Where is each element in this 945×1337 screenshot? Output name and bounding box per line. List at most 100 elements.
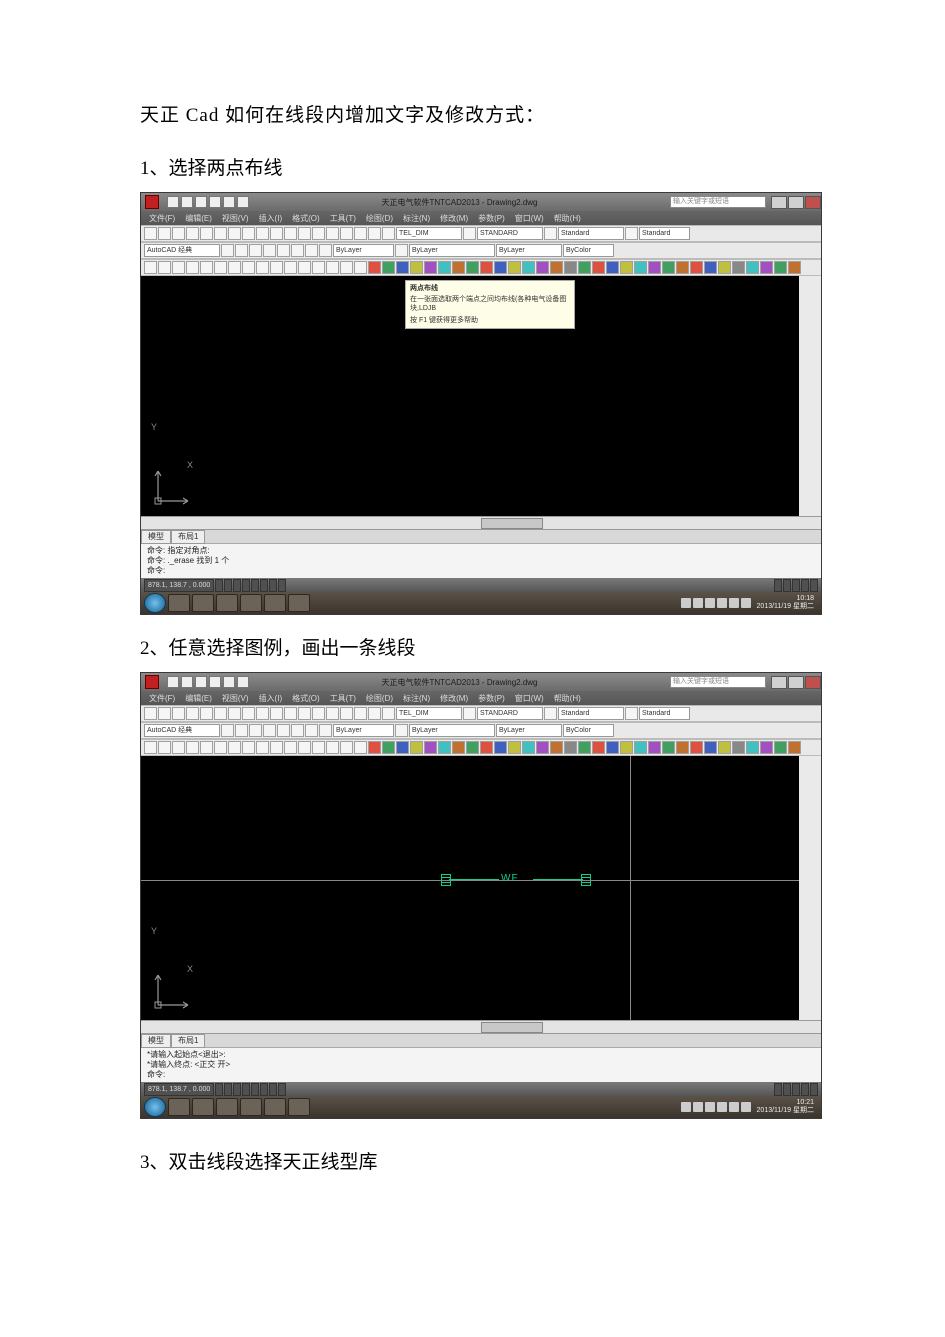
tool-button[interactable]	[801, 304, 813, 316]
qat-button[interactable]	[237, 676, 249, 688]
qat-button[interactable]	[181, 196, 193, 208]
menu-item[interactable]: 工具(T)	[330, 213, 356, 224]
tool-button[interactable]	[242, 707, 255, 720]
tool-button[interactable]	[480, 741, 493, 754]
tool-button[interactable]	[326, 261, 339, 274]
tool-button[interactable]	[801, 967, 813, 979]
tool-button[interactable]	[801, 395, 813, 407]
tool-button[interactable]	[298, 741, 311, 754]
tool-button[interactable]	[158, 227, 171, 240]
tool-button[interactable]	[284, 707, 297, 720]
tool-button[interactable]	[242, 741, 255, 754]
tool-button[interactable]	[410, 261, 423, 274]
tool-button[interactable]	[172, 741, 185, 754]
tool-button[interactable]	[277, 724, 290, 737]
menu-item[interactable]: 修改(M)	[440, 693, 468, 704]
color-selector[interactable]: ByColor	[563, 724, 614, 737]
menu-item[interactable]: 格式(O)	[292, 213, 320, 224]
tool-button[interactable]	[494, 741, 507, 754]
menu-item[interactable]: 窗口(W)	[515, 213, 544, 224]
standard-selector[interactable]: Standard	[639, 227, 690, 240]
tool-button[interactable]	[648, 741, 661, 754]
tool-button[interactable]	[564, 261, 577, 274]
tool-button[interactable]	[718, 741, 731, 754]
command-line[interactable]: 命令: 指定对角点: 命令: ._erase 找到 1 个 命令:	[141, 543, 821, 578]
tool-button[interactable]	[291, 724, 304, 737]
dimstyle-selector[interactable]: TEL_DIM	[396, 227, 462, 240]
menu-item[interactable]: 格式(O)	[292, 693, 320, 704]
menu-item[interactable]: 帮助(H)	[554, 213, 581, 224]
tool-button[interactable]	[319, 244, 332, 257]
tool-button[interactable]	[634, 741, 647, 754]
tray-icon[interactable]	[705, 598, 715, 608]
textstyle-selector[interactable]: STANDARD	[477, 707, 543, 720]
tool-button[interactable]	[291, 244, 304, 257]
model-tab[interactable]: 模型	[141, 1034, 171, 1048]
tool-button[interactable]	[466, 261, 479, 274]
tool-button[interactable]	[801, 836, 813, 848]
status-button[interactable]	[269, 579, 277, 592]
tool-button[interactable]	[522, 741, 535, 754]
tool-button[interactable]	[760, 261, 773, 274]
tool-button[interactable]	[676, 741, 689, 754]
taskbar-app-icon[interactable]	[216, 1098, 238, 1116]
tool-button[interactable]	[312, 741, 325, 754]
taskbar-clock[interactable]: 10:18 2013/11/19 星期二	[753, 595, 818, 611]
qat-button[interactable]	[195, 676, 207, 688]
tool-button[interactable]	[186, 707, 199, 720]
tool-button[interactable]	[395, 244, 408, 257]
tool-button[interactable]	[186, 227, 199, 240]
tool-button[interactable]	[718, 261, 731, 274]
taskbar-app-icon[interactable]	[192, 594, 214, 612]
status-button[interactable]	[783, 1083, 791, 1096]
status-button[interactable]	[783, 579, 791, 592]
tool-button[interactable]	[801, 875, 813, 887]
tool-button[interactable]	[801, 356, 813, 368]
h-scrollbar[interactable]	[141, 516, 821, 529]
menu-item[interactable]: 文件(F)	[149, 693, 175, 704]
status-button[interactable]	[242, 1083, 250, 1096]
scrollbar-thumb[interactable]	[481, 518, 543, 529]
menu-item[interactable]: 编辑(E)	[185, 693, 212, 704]
tool-button[interactable]	[228, 227, 241, 240]
qat-button[interactable]	[223, 676, 235, 688]
taskbar-app-icon[interactable]	[288, 594, 310, 612]
menu-item[interactable]: 修改(M)	[440, 213, 468, 224]
tool-button[interactable]	[312, 707, 325, 720]
qat-button[interactable]	[223, 196, 235, 208]
tool-button[interactable]	[438, 741, 451, 754]
menu-item[interactable]: 绘图(D)	[366, 213, 393, 224]
layout-tab[interactable]: 布局1	[171, 1034, 205, 1048]
status-button[interactable]	[215, 579, 223, 592]
tool-button[interactable]	[158, 261, 171, 274]
menu-item[interactable]: 标注(N)	[403, 213, 430, 224]
status-button[interactable]	[810, 579, 818, 592]
tool-button[interactable]	[354, 741, 367, 754]
tray-icon[interactable]	[729, 598, 739, 608]
workspace-selector[interactable]: AutoCAD 经典	[144, 724, 220, 737]
tool-button[interactable]	[463, 227, 476, 240]
menu-item[interactable]: 视图(V)	[222, 693, 249, 704]
tool-button[interactable]	[284, 261, 297, 274]
taskbar-app-icon[interactable]	[168, 1098, 190, 1116]
tray-icon[interactable]	[717, 1102, 727, 1112]
tool-button[interactable]	[395, 724, 408, 737]
tool-button[interactable]	[463, 707, 476, 720]
line-grip[interactable]	[441, 874, 451, 886]
taskbar-clock[interactable]: 10:21 2013/11/19 星期二	[753, 1099, 818, 1115]
tool-button[interactable]	[801, 810, 813, 822]
menu-item[interactable]: 视图(V)	[222, 213, 249, 224]
tool-button[interactable]	[382, 227, 395, 240]
tool-button[interactable]	[270, 707, 283, 720]
tool-button[interactable]	[648, 261, 661, 274]
status-button[interactable]	[260, 579, 268, 592]
taskbar-app-icon[interactable]	[240, 1098, 262, 1116]
h-scrollbar[interactable]	[141, 1020, 821, 1033]
status-button[interactable]	[224, 579, 232, 592]
tool-button[interactable]	[228, 707, 241, 720]
drawing-viewport[interactable]: 两点布线 在一张面选取两个端点之间均布线(各种电气设备图块,LDJB 按 F1 …	[141, 276, 821, 516]
status-button[interactable]	[801, 579, 809, 592]
status-button[interactable]	[233, 579, 241, 592]
tool-button[interactable]	[424, 261, 437, 274]
tool-button[interactable]	[298, 261, 311, 274]
